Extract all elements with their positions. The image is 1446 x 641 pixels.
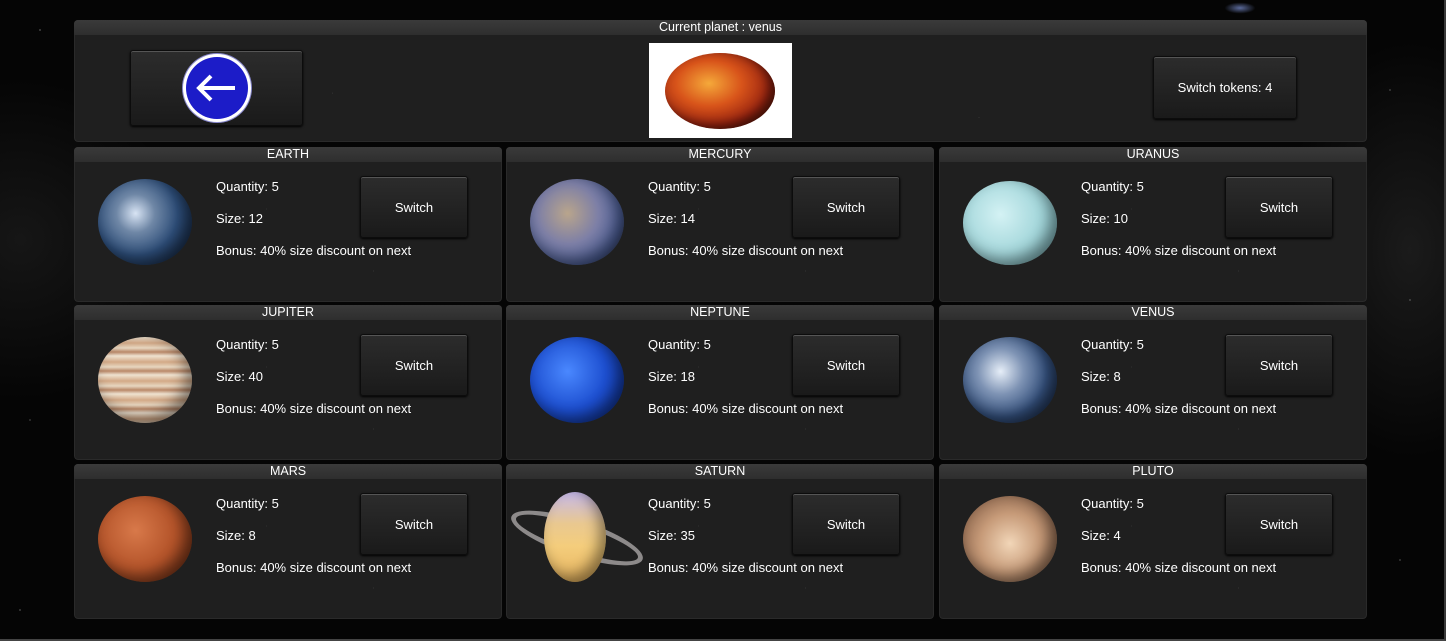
planet-title: SATURN <box>506 464 934 479</box>
earth-planet-icon <box>98 179 192 265</box>
switch-button[interactable]: Switch <box>1225 176 1333 238</box>
planet-size: Size: 18 <box>648 369 695 384</box>
planet-size: Size: 35 <box>648 528 695 543</box>
planet-card-pluto: PLUTO Quantity: 5 Size: 4 Bonus: 40% siz… <box>939 464 1367 619</box>
current-planet-title: Current planet : venus <box>74 20 1367 35</box>
planet-card-mercury: MERCURY Quantity: 5 Size: 14 Bonus: 40% … <box>506 147 934 302</box>
pluto-planet-icon <box>963 496 1057 582</box>
planet-quantity: Quantity: 5 <box>648 337 711 352</box>
switch-button[interactable]: Switch <box>1225 334 1333 396</box>
planet-quantity: Quantity: 5 <box>648 496 711 511</box>
switch-button[interactable]: Switch <box>360 334 468 396</box>
planet-size: Size: 8 <box>1081 369 1121 384</box>
back-button[interactable] <box>130 50 303 126</box>
planet-title: PLUTO <box>939 464 1367 479</box>
planet-size: Size: 8 <box>216 528 256 543</box>
planet-quantity: Quantity: 5 <box>1081 337 1144 352</box>
uranus-planet-icon <box>963 181 1057 265</box>
switch-button[interactable]: Switch <box>360 493 468 555</box>
planet-quantity: Quantity: 5 <box>648 179 711 194</box>
planet-card-neptune: NEPTUNE Quantity: 5 Size: 18 Bonus: 40% … <box>506 305 934 460</box>
planet-bonus: Bonus: 40% size discount on next <box>648 560 844 575</box>
planet-card-saturn: SATURN Quantity: 5 Size: 35 Bonus: 40% s… <box>505 464 934 619</box>
current-planet-image <box>649 43 792 138</box>
planet-quantity: Quantity: 5 <box>1081 179 1144 194</box>
switch-button[interactable]: Switch <box>360 176 468 238</box>
planet-title: URANUS <box>939 147 1367 162</box>
planet-title: VENUS <box>939 305 1367 320</box>
planet-bonus: Bonus: 40% size discount on next <box>216 401 412 416</box>
arrow-left-icon <box>185 57 248 119</box>
planet-title: EARTH <box>74 147 502 162</box>
planet-card-uranus: URANUS Quantity: 5 Size: 10 Bonus: 40% s… <box>939 147 1367 302</box>
planet-title: NEPTUNE <box>506 305 934 320</box>
planet-bonus: Bonus: 40% size discount on next <box>648 243 844 258</box>
saturn-planet-icon <box>544 492 606 582</box>
venus-current-icon <box>665 53 775 129</box>
venus-planet-icon <box>963 337 1057 423</box>
mercury-planet-icon <box>530 179 624 265</box>
planet-bonus: Bonus: 40% size discount on next <box>216 560 412 575</box>
planet-card-venus: VENUS Quantity: 5 Size: 8 Bonus: 40% siz… <box>939 305 1367 460</box>
planet-card-jupiter: JUPITER Quantity: 5 Size: 40 Bonus: 40% … <box>74 305 502 460</box>
planet-bonus: Bonus: 40% size discount on next <box>1081 243 1277 258</box>
planet-title: JUPITER <box>74 305 502 320</box>
planet-bonus: Bonus: 40% size discount on next <box>648 401 844 416</box>
planet-bonus: Bonus: 40% size discount on next <box>216 243 412 258</box>
switch-tokens-button[interactable]: Switch tokens: 4 <box>1153 56 1297 119</box>
planet-quantity: Quantity: 5 <box>216 496 279 511</box>
planet-card-earth: EARTH Quantity: 5 Size: 12 Bonus: 40% si… <box>74 147 502 302</box>
planet-quantity: Quantity: 5 <box>1081 496 1144 511</box>
switch-button[interactable]: Switch <box>792 334 900 396</box>
planet-quantity: Quantity: 5 <box>216 179 279 194</box>
switch-button[interactable]: Switch <box>792 493 900 555</box>
planet-title: MARS <box>74 464 502 479</box>
planet-card-mars: MARS Quantity: 5 Size: 8 Bonus: 40% size… <box>74 464 502 619</box>
mars-planet-icon <box>98 496 192 582</box>
planet-title: MERCURY <box>506 147 934 162</box>
jupiter-planet-icon <box>98 337 192 423</box>
planet-bonus: Bonus: 40% size discount on next <box>1081 560 1277 575</box>
planet-bonus: Bonus: 40% size discount on next <box>1081 401 1277 416</box>
switch-button[interactable]: Switch <box>1225 493 1333 555</box>
planet-size: Size: 40 <box>216 369 263 384</box>
switch-button[interactable]: Switch <box>792 176 900 238</box>
neptune-planet-icon <box>530 337 624 423</box>
planet-size: Size: 12 <box>216 211 263 226</box>
planet-size: Size: 14 <box>648 211 695 226</box>
planet-size: Size: 10 <box>1081 211 1128 226</box>
planet-quantity: Quantity: 5 <box>216 337 279 352</box>
planet-size: Size: 4 <box>1081 528 1121 543</box>
